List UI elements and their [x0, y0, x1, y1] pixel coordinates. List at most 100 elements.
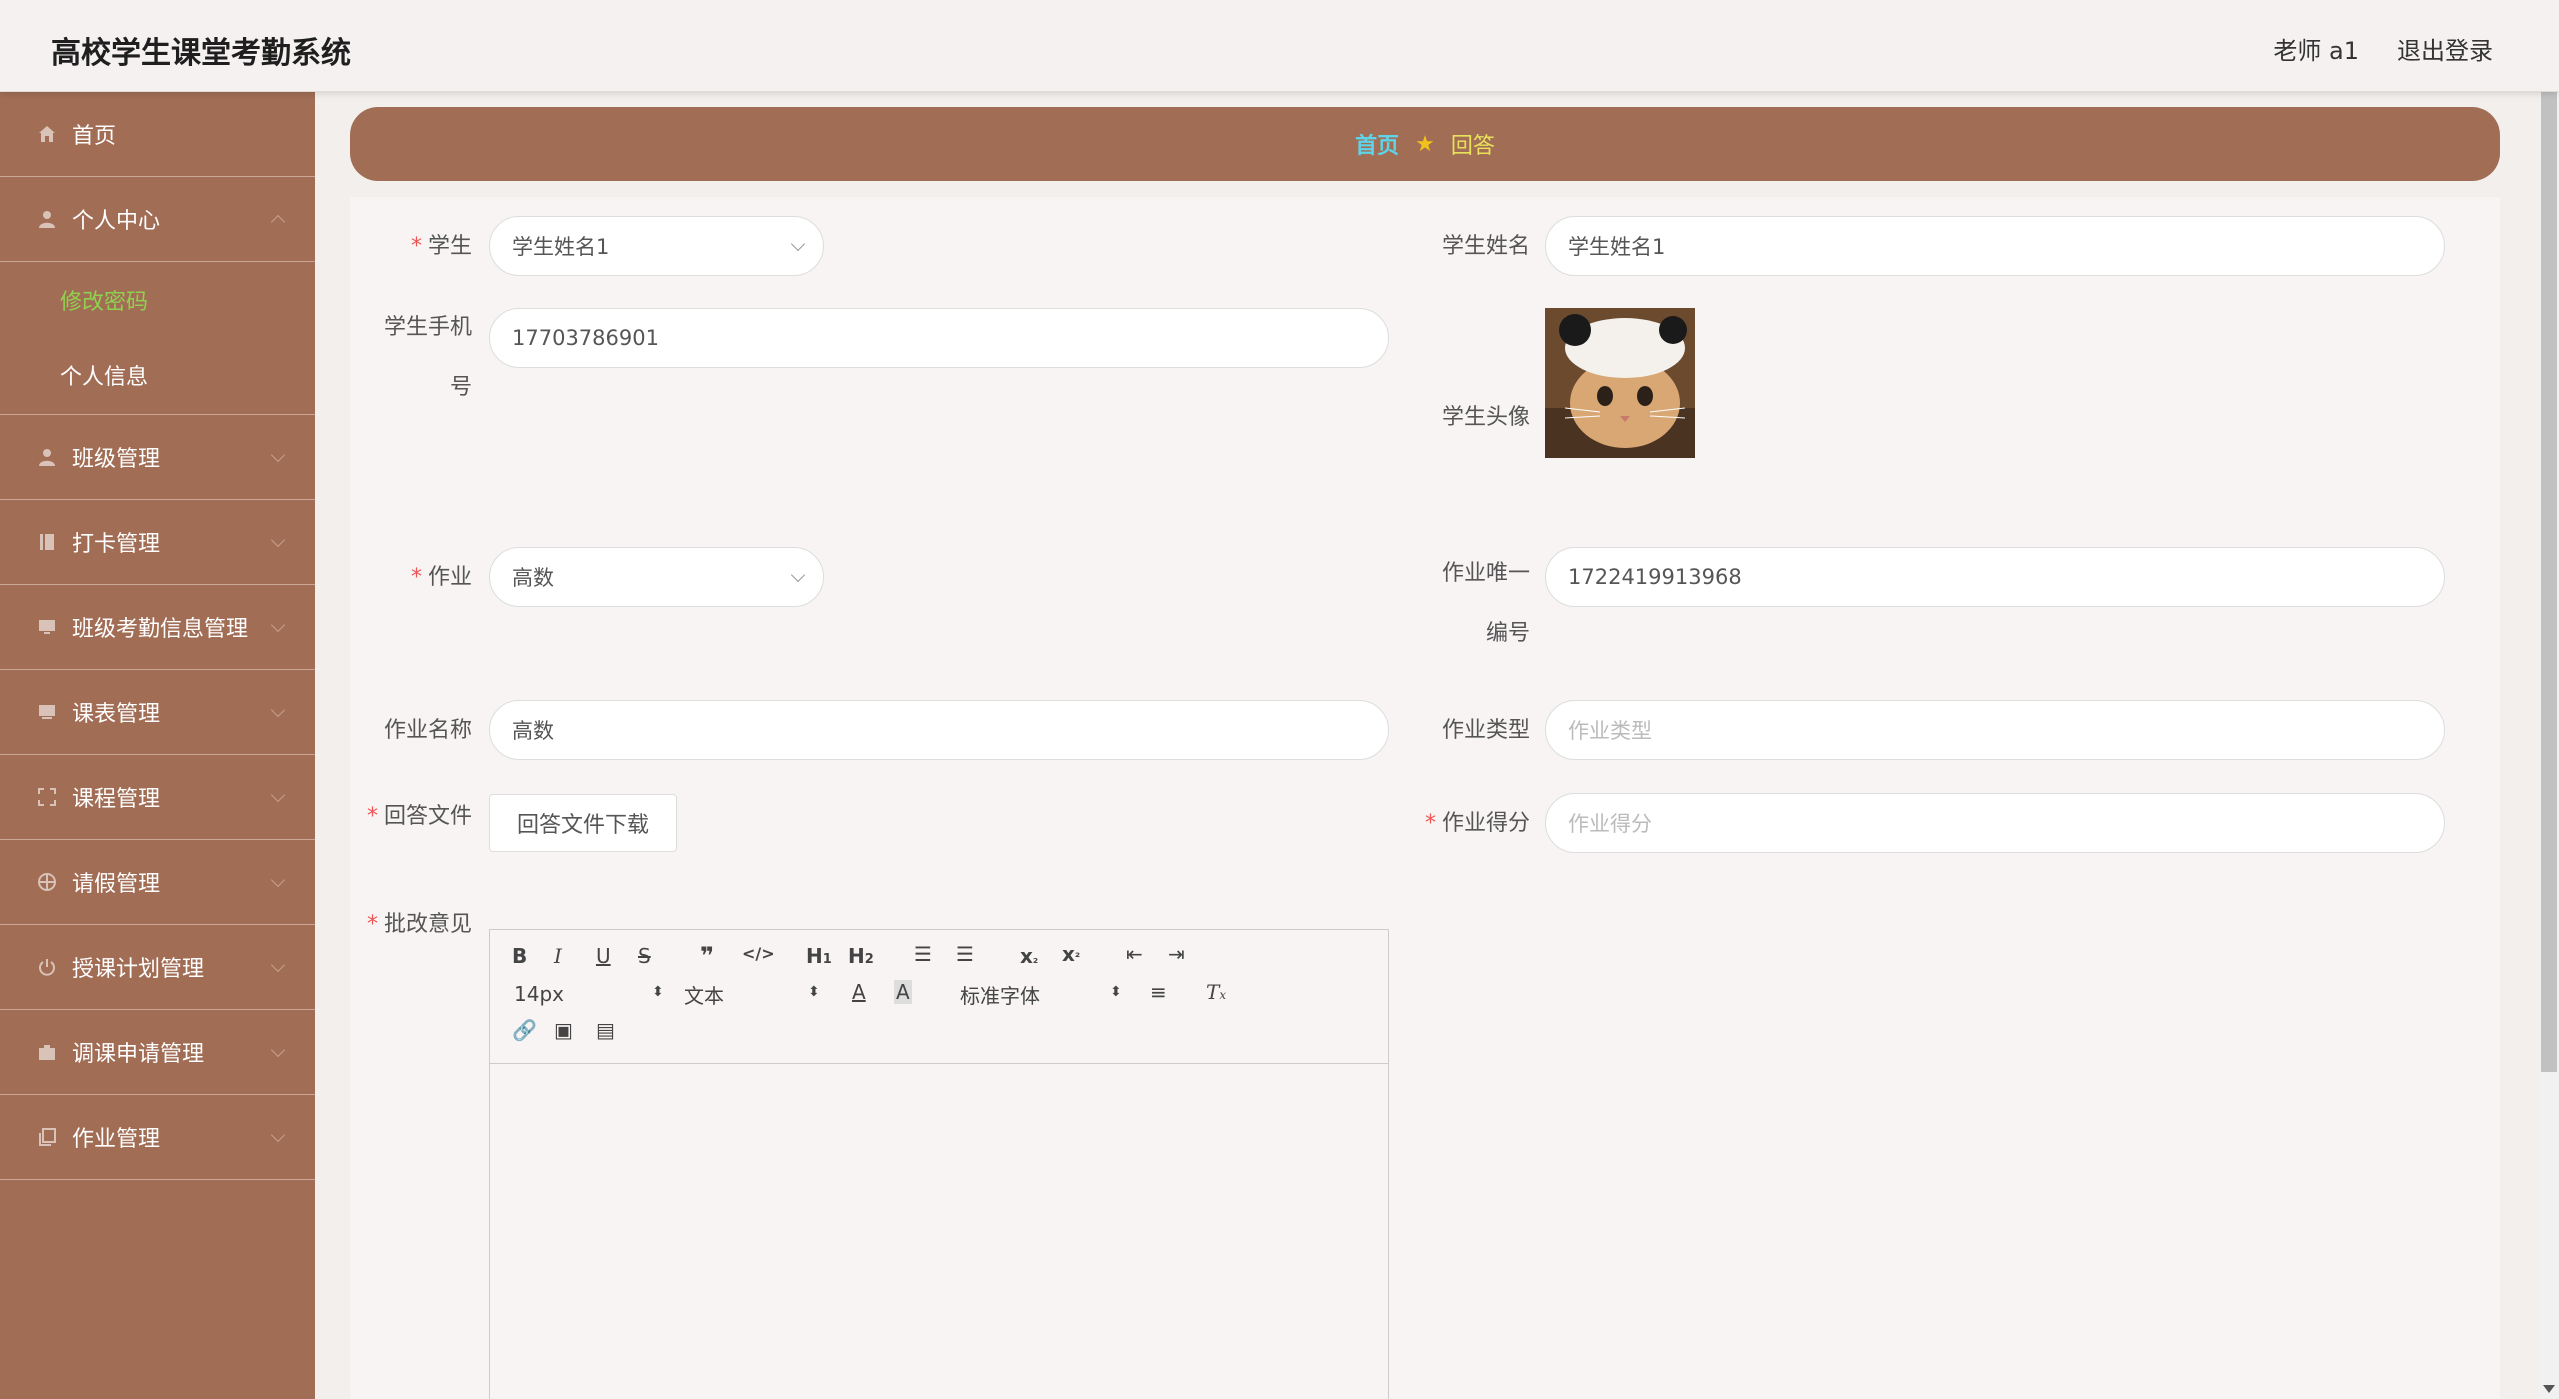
submenu-item-personal-info[interactable]: 个人信息	[0, 337, 315, 412]
sidebar-item-label: 授课计划管理	[72, 957, 205, 982]
code-icon[interactable]: </>	[742, 944, 775, 963]
avatar-label: 学生头像	[1441, 405, 1530, 430]
block-type-select[interactable]: 文本 ⬍	[684, 980, 820, 1008]
homework-select-value: 高数	[512, 566, 554, 590]
chevron-down-icon	[270, 702, 286, 718]
home-icon	[36, 123, 58, 145]
answer-file-download-button[interactable]: 回答文件下载	[489, 794, 677, 852]
font-color-icon[interactable]: A	[852, 980, 866, 1004]
sidebar-item-class-management[interactable]: 班级管理	[0, 415, 315, 500]
updown-arrow-icon: ⬍	[808, 984, 820, 1000]
sidebar-item-checkin-management[interactable]: 打卡管理	[0, 500, 315, 585]
sidebar-item-homework-management[interactable]: 作业管理	[0, 1095, 315, 1180]
logout-link[interactable]: 退出登录	[2397, 31, 2493, 66]
sidebar-item-schedule-management[interactable]: 课表管理	[0, 670, 315, 755]
indent-icon[interactable]: ⇥	[1168, 942, 1185, 966]
font-family-value: 标准字体	[960, 984, 1040, 1008]
bullet-list-icon[interactable]: ☰	[956, 942, 974, 966]
breadcrumb-current: 回答	[1450, 134, 1495, 159]
homework-select[interactable]: 高数	[489, 547, 824, 607]
blockquote-icon[interactable]: ❞	[700, 942, 714, 970]
sidebar-item-class-attendance[interactable]: 班级考勤信息管理	[0, 585, 315, 670]
chevron-down-icon	[790, 236, 806, 252]
review-label-text: 批改意见	[383, 912, 472, 937]
scroll-down-arrow-icon[interactable]	[2543, 1385, 2555, 1393]
image-icon[interactable]: ▣	[554, 1018, 573, 1042]
app-title: 高校学生课堂考勤系统	[51, 36, 351, 71]
score-field[interactable]: 作业得分	[1545, 793, 2445, 853]
homework-name-label: 作业名称	[383, 718, 472, 743]
sidebar-item-course-adjustment[interactable]: 调课申请管理	[0, 1010, 315, 1095]
sidebar-item-teaching-plan[interactable]: 授课计划管理	[0, 925, 315, 1010]
sidebar-item-label: 请假管理	[72, 872, 161, 897]
homework-name-field[interactable]: 高数	[489, 700, 1389, 760]
video-icon[interactable]: ▤	[596, 1018, 615, 1042]
submenu-item-change-password[interactable]: 修改密码	[0, 262, 315, 337]
top-header: 高校学生课堂考勤系统 老师 a1 退出登录	[0, 0, 2559, 92]
star-icon: ★	[1415, 131, 1435, 157]
fullscreen-icon	[36, 786, 58, 808]
strikethrough-icon[interactable]: S	[638, 944, 651, 968]
font-size-select[interactable]: 14px ⬍	[514, 982, 664, 1010]
user-icon	[36, 208, 58, 230]
chevron-down-icon	[270, 617, 286, 633]
required-mark: *	[366, 804, 378, 829]
outdent-icon[interactable]: ⇤	[1126, 942, 1143, 966]
font-family-select[interactable]: 标准字体 ⬍	[960, 980, 1122, 1008]
background-color-icon[interactable]: A	[894, 980, 912, 1004]
ordered-list-icon[interactable]: ☰	[914, 942, 932, 966]
sidebar-item-label: 班级考勤信息管理	[72, 617, 249, 642]
italic-icon[interactable]: I	[554, 944, 562, 968]
sidebar-item-home[interactable]: 首页	[0, 92, 315, 177]
clear-format-icon[interactable]: Tx	[1206, 980, 1226, 1004]
homework-name-value: 高数	[512, 719, 554, 743]
current-user-label: 老师 a1	[2273, 37, 2359, 65]
chevron-down-icon	[270, 1127, 286, 1143]
heading1-icon[interactable]: H1	[806, 944, 832, 968]
underline-icon[interactable]: U	[596, 944, 611, 968]
book-icon	[36, 531, 58, 553]
homework-type-placeholder: 作业类型	[1568, 719, 1652, 743]
scrollbar-thumb[interactable]	[2541, 92, 2557, 1072]
homework-id-field[interactable]: 1722419913968	[1545, 547, 2445, 607]
briefcase-icon	[36, 1041, 58, 1063]
bold-icon[interactable]: B	[512, 944, 527, 968]
breadcrumb-home[interactable]: 首页	[1355, 128, 1399, 160]
student-name-field[interactable]: 学生姓名1	[1545, 216, 2445, 276]
student-label-text: 学生	[427, 234, 472, 259]
phone-field[interactable]: 17703786901	[489, 308, 1389, 368]
heading2-icon[interactable]: H2	[848, 944, 874, 968]
chevron-down-icon	[270, 447, 286, 463]
homework-type-field[interactable]: 作业类型	[1545, 700, 2445, 760]
updown-arrow-icon: ⬍	[652, 984, 664, 1000]
superscript-icon[interactable]: x²	[1062, 942, 1080, 966]
homework-label-text: 作业	[427, 565, 472, 590]
block-type-value: 文本	[684, 984, 724, 1008]
homework-label: * 作业	[350, 561, 472, 595]
student-name-value: 学生姓名1	[1568, 235, 1666, 259]
main-content: 首页 ★ 回答 * 学生 学生姓名1 学生姓名 学生姓名1 学生手机号 17703…	[350, 107, 2500, 1399]
answer-file-label: * 回答文件	[350, 800, 472, 834]
editor-toolbar: B I U S ❞ </> H1 H2 ☰ ☰ x₂ x² ⇤ ⇥ 14px ⬍	[490, 930, 1388, 1064]
monitor-icon	[36, 616, 58, 638]
sidebar-item-personal-center[interactable]: 个人中心	[0, 177, 315, 262]
sidebar-item-course-management[interactable]: 课程管理	[0, 755, 315, 840]
sidebar-item-leave-management[interactable]: 请假管理	[0, 840, 315, 925]
power-icon	[36, 956, 58, 978]
editor-content-area[interactable]	[490, 1064, 1388, 1399]
answer-file-label-text: 回答文件	[383, 804, 472, 829]
homework-id-value: 1722419913968	[1568, 565, 1742, 589]
chevron-up-icon	[270, 214, 286, 230]
page-scrollbar[interactable]	[2539, 92, 2559, 1399]
sidebar-item-label: 课程管理	[72, 787, 161, 812]
answer-form: * 学生 学生姓名1 学生姓名 学生姓名1 学生手机号 17703786901 学…	[350, 197, 2500, 1399]
compass-icon	[36, 871, 58, 893]
review-rich-text-editor: B I U S ❞ </> H1 H2 ☰ ☰ x₂ x² ⇤ ⇥ 14px ⬍	[489, 929, 1389, 1399]
student-select[interactable]: 学生姓名1	[489, 216, 824, 276]
homework-id-label: 作业唯一编号	[1441, 561, 1530, 646]
link-icon[interactable]: 🔗	[512, 1018, 537, 1042]
sidebar-item-label: 打卡管理	[72, 532, 161, 557]
required-mark: *	[1424, 811, 1436, 836]
subscript-icon[interactable]: x₂	[1020, 944, 1038, 968]
align-icon[interactable]: ≡	[1150, 980, 1167, 1004]
